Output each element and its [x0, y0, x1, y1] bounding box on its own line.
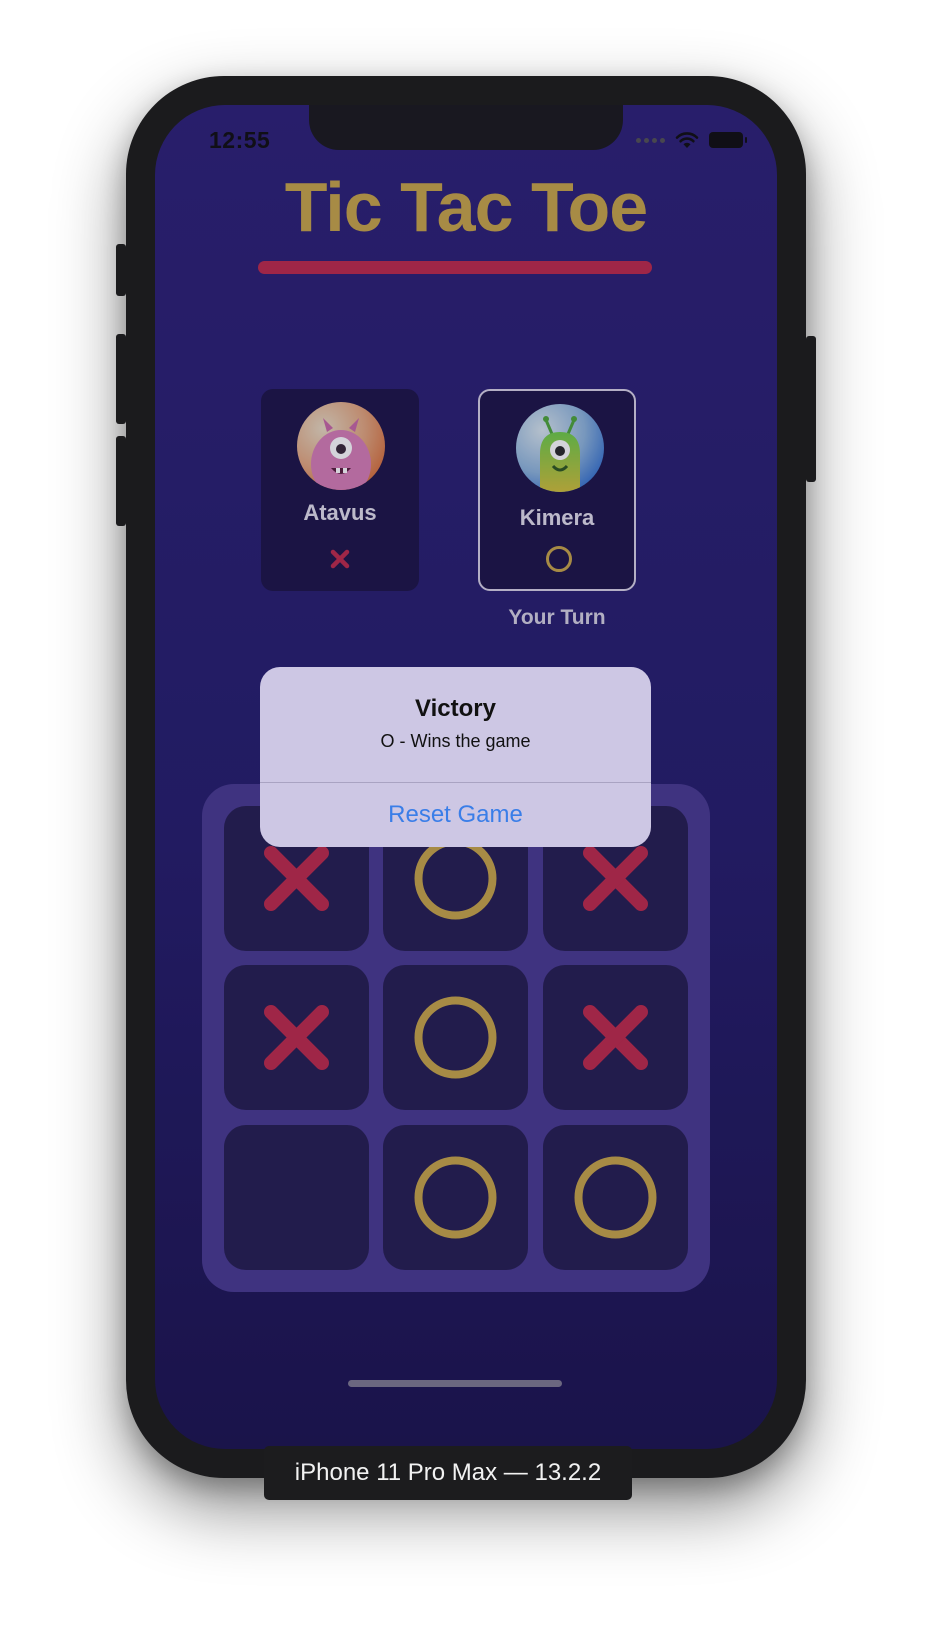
- alert-title: Victory: [415, 695, 496, 722]
- power-button: [806, 336, 816, 482]
- device-label: iPhone 11 Pro Max — 13.2.2: [264, 1446, 632, 1500]
- volume-down-button: [116, 436, 126, 526]
- volume-up-button: [116, 334, 126, 424]
- home-indicator[interactable]: [348, 1380, 562, 1387]
- reset-game-button[interactable]: Reset Game: [260, 783, 651, 847]
- alert-message: O - Wins the game: [380, 731, 531, 751]
- iphone-frame: 12:55 Tic Tac Toe Atavus Kimera Your Tur…: [116, 76, 816, 1478]
- victory-alert: Victory O - Wins the game Reset Game: [260, 667, 651, 847]
- mute-switch: [116, 244, 126, 296]
- app-screen: 12:55 Tic Tac Toe Atavus Kimera Your Tur…: [155, 105, 777, 1449]
